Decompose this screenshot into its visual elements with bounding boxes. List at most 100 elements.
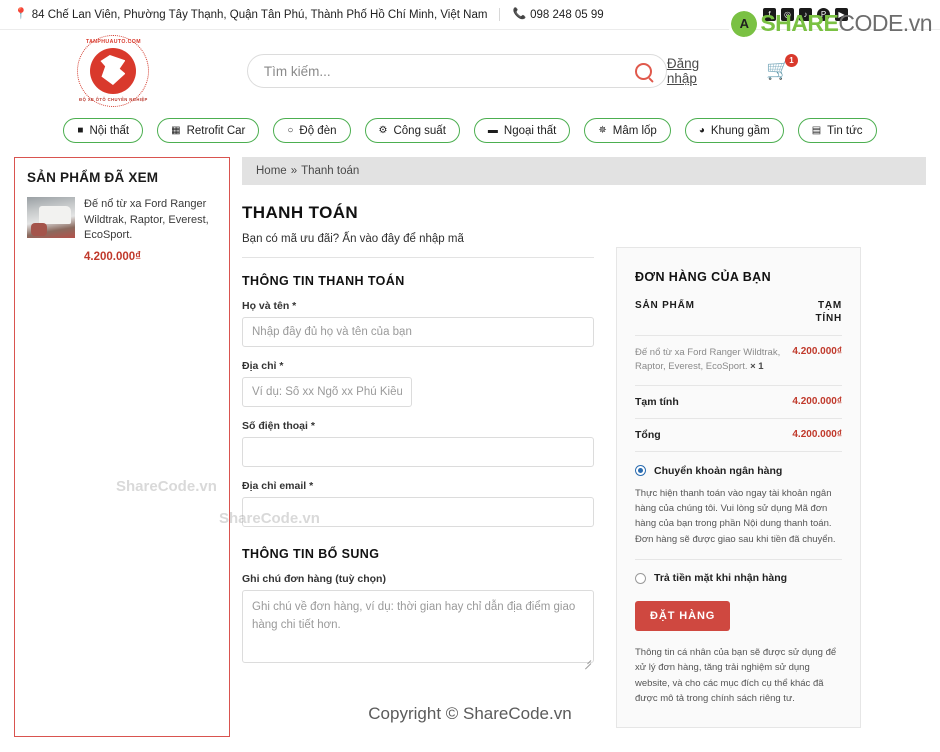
payment-divider (635, 559, 842, 560)
field-phone: Số điện thoại * (242, 420, 594, 467)
payment-option-cod[interactable]: Trả tiền mặt khi nhận hàng (635, 572, 842, 584)
instagram-icon[interactable]: ◎ (781, 8, 794, 21)
place-order-button[interactable]: ĐẶT HÀNG (635, 601, 731, 631)
tiktok-icon[interactable]: ♪ (799, 8, 812, 21)
nav-label: Ngoại thất (503, 124, 557, 137)
payment-option-bank-transfer[interactable]: Chuyển khoản ngân hàng (635, 465, 842, 477)
nav-item-ngoai-that[interactable]: ▬ Ngoại thất (473, 118, 571, 143)
nav-item-tin-tuc[interactable]: ▤ Tin tức (797, 118, 877, 143)
category-nav: ■ Nội thất ▦ Retrofit Car ○ Độ đèn ⚙ Côn… (0, 112, 940, 157)
address-input[interactable] (242, 377, 412, 407)
bulb-icon: ○ (287, 124, 294, 136)
chip-icon: ▦ (171, 124, 181, 136)
order-item-name: Đế nổ từ xa Ford Ranger Wildtrak, Raptor… (635, 346, 784, 375)
nav-label: Khung gầm (710, 124, 770, 137)
subtotal-value: 4.200.000₫ (792, 395, 842, 407)
car-icon: ▬ (487, 124, 498, 136)
additional-section-title: THÔNG TIN BỔ SUNG (242, 547, 380, 561)
order-total-row: Tổng 4.200.000₫ (635, 419, 842, 452)
site-logo[interactable]: TANPHUAUTO.COM ĐỘ XE ÔTÔ CHUYÊN NGHIỆP (77, 35, 150, 107)
phone-block[interactable]: 📞 098 248 05 99 (512, 9, 603, 21)
breadcrumb-current: Thanh toán (301, 165, 360, 177)
cart-count-badge: 1 (785, 54, 798, 67)
sidebar-title: SẢN PHẨM ĐÃ XEM (27, 170, 159, 185)
chassis-icon: ◕ (698, 124, 705, 136)
field-email: Địa chỉ email * (242, 480, 594, 527)
product-price: 4.200.000₫ (84, 250, 142, 263)
nav-item-retrofit-car[interactable]: ▦ Retrofit Car (157, 118, 260, 143)
order-summary-panel: ĐƠN HÀNG CỦA BẠN SẢN PHẨM TẠM TÍNH Đế nổ… (616, 247, 861, 728)
phone-input[interactable] (242, 437, 594, 467)
label-address: Địa chỉ * (242, 360, 284, 372)
email-input[interactable] (242, 497, 594, 527)
map-pin-icon: 📍 (14, 8, 28, 20)
main-content: Home » Thanh toán THANH TOÁN Bạn có mã ư… (242, 157, 926, 728)
search-input[interactable] (261, 62, 635, 80)
order-subtotal-row: Tạm tính 4.200.000₫ (635, 386, 842, 419)
search-icon[interactable] (634, 62, 652, 80)
topbar-divider (499, 8, 501, 21)
search-bar[interactable] (246, 54, 667, 88)
total-value: 4.200.000₫ (792, 428, 842, 440)
recently-viewed-item[interactable]: Đế nổ từ xa Ford Ranger Wildtrak, Raptor… (27, 197, 217, 263)
nav-item-noi-that[interactable]: ■ Nội thất (63, 118, 144, 143)
nav-item-cong-suat[interactable]: ⚙ Công suất (364, 118, 460, 143)
order-table-header: SẢN PHẨM TẠM TÍNH (635, 300, 842, 336)
privacy-notice: Thông tin cá nhân của bạn sẽ được sử dụn… (635, 647, 837, 705)
address-text: 84 Chế Lan Viên, Phường Tây Thạnh, Quận … (31, 8, 488, 21)
field-full-name: Họ và tên * (242, 300, 594, 347)
billing-section-title: THÔNG TIN THANH TOÁN (242, 274, 405, 288)
nav-item-khung-gam[interactable]: ◕ Khung gầm (684, 118, 784, 143)
nav-item-mam-lop[interactable]: ✵ Mâm lốp (584, 118, 671, 143)
logo-container[interactable]: TANPHUAUTO.COM ĐỘ XE ÔTÔ CHUYÊN NGHIỆP (20, 35, 207, 107)
nav-label: Retrofit Car (186, 124, 246, 137)
cart-button[interactable]: 🛒 1 (766, 54, 798, 81)
order-notes-textarea[interactable] (242, 590, 594, 663)
login-link[interactable]: Đăng nhập (667, 56, 724, 86)
order-line-item: Đế nổ từ xa Ford Ranger Wildtrak, Raptor… (635, 336, 842, 386)
nav-label: Mâm lốp (612, 124, 657, 137)
facebook-icon[interactable]: f (763, 8, 776, 21)
radio-cod[interactable] (635, 572, 646, 584)
header-actions: Đăng nhập 🛒 1 (667, 54, 920, 86)
checkout-form-column: THANH TOÁN Bạn có mã ưu đãi? Ấn vào đây … (242, 203, 594, 728)
payment-bank-description: Thực hiện thanh toán vào ngay tài khoản … (635, 487, 836, 545)
footer-copyright: Copyright © ShareCode.vn (368, 704, 572, 723)
order-notes-wrapper (242, 590, 594, 670)
logo-bottom-text: ĐỘ XE ÔTÔ CHUYÊN NGHIỆP (79, 97, 148, 102)
payment-methods: Chuyển khoản ngân hàng Thực hiện thanh t… (635, 452, 842, 584)
top-bar: 📍 84 Chế Lan Viên, Phường Tây Thạnh, Quậ… (0, 0, 940, 30)
coupon-notice: Bạn có mã ưu đãi? Ấn vào đây để nhập mã (242, 233, 594, 258)
gears-icon: ⚙ (378, 124, 388, 136)
social-links: f ◎ ♪ P ▶ (763, 8, 926, 21)
order-item-price: 4.200.000₫ (792, 346, 842, 357)
page-layout: SẢN PHẨM ĐÃ XEM Đế nổ từ xa Ford Ranger … (0, 157, 940, 737)
pinterest-icon[interactable]: P (817, 8, 830, 21)
breadcrumb-home[interactable]: Home (256, 165, 287, 177)
order-summary-title: ĐƠN HÀNG CỦA BẠN (635, 270, 772, 284)
nav-label: Nội thất (89, 124, 130, 137)
label-full-name: Họ và tên * (242, 300, 297, 312)
youtube-icon[interactable]: ▶ (835, 8, 848, 21)
subtotal-label: Tạm tính (635, 395, 679, 408)
field-address: Địa chỉ * (242, 360, 594, 407)
address-block: 📍 84 Chế Lan Viên, Phường Tây Thạnh, Quậ… (14, 9, 487, 21)
page-title: THANH TOÁN (242, 203, 359, 222)
label-order-notes: Ghi chú đơn hàng (tuỳ chọn) (242, 573, 386, 585)
product-name[interactable]: Đế nổ từ xa Ford Ranger Wildtrak, Raptor… (84, 197, 217, 244)
logo-top-text: TANPHUAUTO.COM (85, 39, 141, 45)
nav-label: Độ đèn (299, 124, 337, 137)
phone-icon: 📞 (512, 8, 527, 20)
payment-bank-label: Chuyển khoản ngân hàng (654, 464, 783, 477)
top-bar-contact: 📍 84 Chế Lan Viên, Phường Tây Thạnh, Quậ… (14, 8, 604, 21)
nav-label: Công suất (393, 124, 446, 137)
recently-viewed-details: Đế nổ từ xa Ford Ranger Wildtrak, Raptor… (84, 197, 217, 263)
order-item-qty: × 1 (750, 361, 764, 373)
order-col-product: SẢN PHẨM (635, 300, 695, 311)
total-label: Tổng (635, 428, 661, 441)
site-header: TANPHUAUTO.COM ĐỘ XE ÔTÔ CHUYÊN NGHIỆP Đ… (0, 30, 940, 112)
radio-bank-transfer[interactable] (635, 465, 646, 476)
nav-item-do-den[interactable]: ○ Độ đèn (273, 118, 351, 143)
full-name-input[interactable] (242, 317, 594, 347)
coupon-link[interactable]: Bạn có mã ưu đãi? Ấn vào đây để nhập mã (242, 233, 464, 245)
